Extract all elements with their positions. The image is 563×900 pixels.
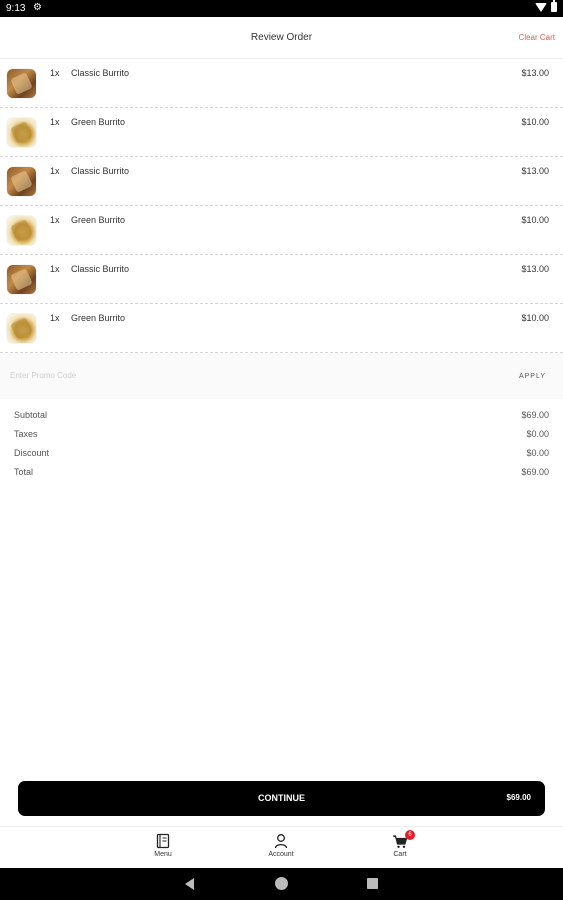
item-price: $10.00 — [521, 215, 549, 225]
menu-book-icon — [156, 833, 170, 849]
item-name: Green Burrito — [71, 313, 126, 323]
cart-item[interactable]: 1x Green Burrito $10.00 — [0, 108, 563, 157]
discount-label: Discount — [14, 448, 50, 458]
item-price: $13.00 — [521, 68, 549, 78]
page-title: Review Order — [250, 32, 313, 43]
status-bar: 9:13 ⚙ — [0, 0, 563, 17]
continue-label: CONTINUE — [258, 793, 305, 803]
taxes-label: Taxes — [14, 429, 38, 439]
subtotal-value: $69.00 — [521, 410, 549, 420]
item-price: $13.00 — [521, 166, 549, 176]
bottom-navigation: Menu Account 6 Cart — [0, 826, 563, 868]
header: Review Order Clear Cart — [0, 17, 563, 59]
green-burrito-image — [7, 118, 36, 147]
total-value: $69.00 — [521, 467, 549, 477]
nav-item-menu[interactable]: Menu — [133, 833, 193, 858]
subtotal-label: Subtotal — [14, 410, 48, 420]
item-name: Green Burrito — [71, 215, 126, 225]
taxes-value: $0.00 — [526, 429, 549, 439]
item-name: Classic Burrito — [71, 166, 130, 176]
person-icon — [274, 834, 288, 849]
green-burrito-image — [7, 314, 36, 343]
cart-item[interactable]: 1x Classic Burrito $13.00 — [0, 157, 563, 206]
nav-item-account[interactable]: Account — [251, 833, 311, 858]
taxes-row: Taxes $0.00 — [14, 428, 549, 447]
item-quantity: 1x — [50, 68, 60, 78]
nav-label-account: Account — [268, 851, 294, 858]
subtotal-row: Subtotal $69.00 — [14, 409, 549, 428]
recent-apps-icon[interactable] — [367, 878, 378, 889]
promo-code-section: APPLY — [0, 353, 563, 399]
item-price: $13.00 — [521, 264, 549, 274]
item-quantity: 1x — [50, 313, 60, 323]
item-name: Classic Burrito — [71, 264, 130, 274]
promo-code-input[interactable] — [10, 371, 310, 380]
back-icon[interactable] — [185, 878, 194, 890]
continue-price: $69.00 — [506, 793, 531, 802]
item-price: $10.00 — [521, 117, 549, 127]
classic-burrito-image — [7, 265, 36, 294]
total-label: Total — [14, 467, 34, 477]
item-quantity: 1x — [50, 264, 60, 274]
continue-button[interactable]: CONTINUE $69.00 — [18, 781, 545, 816]
cart-item[interactable]: 1x Green Burrito $10.00 — [0, 206, 563, 255]
settings-gear-icon: ⚙ — [33, 2, 42, 13]
item-name: Classic Burrito — [71, 68, 130, 78]
total-row: Total $69.00 — [14, 466, 549, 485]
status-icons — [535, 0, 557, 12]
apply-promo-button[interactable]: APPLY — [519, 373, 546, 380]
cart-item-list: 1x Classic Burrito $13.00 1x Green Burri… — [0, 59, 563, 353]
nav-item-cart[interactable]: 6 Cart — [370, 830, 430, 858]
system-navigation-bar — [0, 868, 563, 900]
cart-item[interactable]: 1x Classic Burrito $13.00 — [0, 255, 563, 304]
cart-item[interactable]: 1x Green Burrito $10.00 — [0, 304, 563, 353]
wifi-icon — [535, 2, 547, 12]
cart-count-badge: 6 — [405, 830, 415, 840]
item-price: $10.00 — [521, 313, 549, 323]
nav-label-menu: Menu — [154, 851, 172, 858]
battery-icon — [551, 0, 557, 12]
item-quantity: 1x — [50, 215, 60, 225]
discount-value: $0.00 — [526, 448, 549, 458]
item-name: Green Burrito — [71, 117, 126, 127]
cart-item[interactable]: 1x Classic Burrito $13.00 — [0, 59, 563, 108]
status-time: 9:13 — [6, 3, 26, 14]
order-totals: Subtotal $69.00 Taxes $0.00 Discount $0.… — [14, 409, 549, 485]
green-burrito-image — [7, 216, 36, 245]
item-quantity: 1x — [50, 166, 60, 176]
classic-burrito-image — [7, 167, 36, 196]
nav-label-cart: Cart — [393, 851, 407, 858]
classic-burrito-image — [7, 69, 36, 98]
item-quantity: 1x — [50, 117, 60, 127]
home-icon[interactable] — [275, 877, 288, 890]
discount-row: Discount $0.00 — [14, 447, 549, 466]
clear-cart-button[interactable]: Clear Cart — [519, 33, 555, 42]
